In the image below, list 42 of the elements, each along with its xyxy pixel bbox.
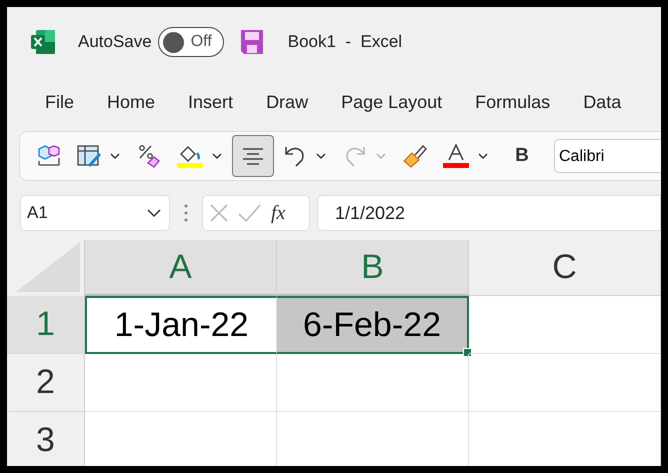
percent-eraser-icon (136, 143, 162, 169)
ribbon-tab[interactable]: File (31, 88, 88, 120)
ribbon-tab[interactable]: Page Layout (327, 88, 456, 120)
window-title: Book1 - Excel (288, 32, 402, 52)
row-header[interactable]: 2 (7, 354, 85, 412)
check-icon[interactable] (237, 203, 261, 223)
column-header[interactable]: B (277, 240, 469, 296)
formula-field[interactable]: 1/1/2022 (317, 195, 661, 231)
spreadsheet-logo-icon (30, 29, 56, 55)
autosave-label: AutoSave (78, 32, 152, 52)
ribbon-tab[interactable]: Home (93, 88, 170, 120)
row-header[interactable]: 3 (7, 412, 85, 466)
table-pen-icon (76, 143, 102, 169)
name-box[interactable]: A1 (20, 195, 170, 231)
bold-button[interactable]: B (506, 135, 538, 177)
table-cell[interactable]: 1-Jan-22 (85, 296, 277, 354)
ribbon-tab[interactable]: Insert (174, 88, 248, 120)
font-select[interactable]: Calibri (554, 139, 661, 173)
autosave-toggle[interactable]: Off (158, 27, 224, 57)
ribbon-tab[interactable]: Data (569, 88, 636, 120)
ribbon-tab[interactable]: Formulas (461, 88, 564, 120)
fill-handle[interactable] (463, 348, 472, 357)
dropdown-caret-icon[interactable] (110, 152, 120, 160)
column-header[interactable]: C (469, 240, 661, 296)
paintbrush-icon (402, 143, 428, 169)
table-cell[interactable] (469, 354, 661, 412)
font-color-icon (442, 143, 470, 169)
table-cell[interactable] (469, 296, 661, 354)
table-cell[interactable]: 6-Feb-22 (277, 296, 469, 354)
drag-handle-icon[interactable] (184, 204, 188, 222)
ribbon-tab[interactable]: Draw (252, 88, 322, 120)
dropdown-caret-icon[interactable] (147, 208, 161, 218)
dropdown-caret-icon[interactable] (316, 152, 326, 160)
column-header[interactable]: A (85, 240, 277, 296)
row-header[interactable]: 1 (7, 296, 85, 354)
table-cell[interactable] (277, 354, 469, 412)
dropdown-caret-icon[interactable] (212, 152, 222, 160)
save-icon[interactable] (240, 29, 264, 55)
table-cell[interactable] (85, 354, 277, 412)
insert-function-button[interactable]: fx (271, 202, 286, 224)
dropdown-caret-icon[interactable] (478, 152, 488, 160)
align-center-button[interactable] (232, 135, 274, 177)
